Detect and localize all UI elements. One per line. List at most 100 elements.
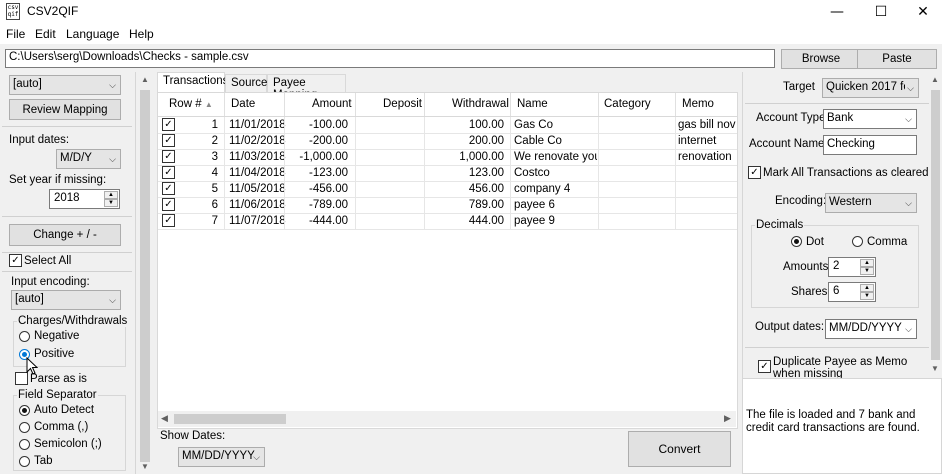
column-header-memo[interactable]: Memo (682, 98, 714, 110)
dot-radio[interactable] (791, 236, 802, 247)
cell-name[interactable]: Cable Co (514, 135, 597, 147)
browse-button[interactable]: Browse (781, 49, 861, 69)
scroll-left-icon[interactable]: ◀ (161, 413, 168, 424)
column-header-name[interactable]: Name (517, 98, 548, 110)
cell-row[interactable]: 1 (178, 119, 218, 131)
file-path-input[interactable]: C:\Users\serg\Downloads\Checks - sample.… (5, 49, 775, 68)
cell-name[interactable]: Costco (514, 167, 597, 179)
negative-radio[interactable] (19, 331, 30, 342)
comma-decimal-radio[interactable] (852, 236, 863, 247)
cell-name[interactable]: Gas Co (514, 119, 597, 131)
cell-row[interactable]: 4 (178, 167, 218, 179)
cell-amount[interactable]: -456.00 (285, 183, 348, 195)
input-encoding-combo[interactable]: [auto] ⌵ (11, 290, 121, 310)
right-panel-scrollbar[interactable]: ▲ ▼ (929, 72, 942, 378)
semicolon-sep-radio[interactable] (19, 439, 30, 450)
spin-up-icon[interactable]: ▲ (104, 191, 118, 199)
target-combo[interactable]: Quicken 2017 for ⌵ (822, 78, 919, 98)
scroll-right-icon[interactable]: ▶ (724, 413, 731, 424)
cell-withdrawal[interactable]: 200.00 (425, 135, 504, 147)
scroll-up-icon[interactable]: ▲ (139, 75, 151, 84)
cell-memo[interactable]: internet (678, 135, 738, 147)
cell-memo[interactable]: renovation (678, 151, 738, 163)
cell-withdrawal[interactable]: 1,000.00 (425, 151, 504, 163)
menu-help[interactable]: Help (129, 27, 154, 41)
cell-date[interactable]: 11/05/2018 (229, 183, 289, 195)
row-checkbox[interactable]: ✓ (162, 134, 175, 147)
cell-amount[interactable]: -200.00 (285, 135, 348, 147)
cell-name[interactable]: payee 9 (514, 215, 597, 227)
cell-date[interactable]: 11/04/2018 (229, 167, 289, 179)
amounts-stepper[interactable]: 2 ▲ ▼ (828, 257, 876, 277)
column-header-deposit[interactable]: Deposit (383, 98, 422, 110)
account-name-input[interactable]: Checking (823, 135, 917, 155)
column-header-row[interactable]: Row # ▲ (169, 98, 213, 110)
scrollbar-thumb[interactable] (931, 90, 940, 360)
spin-down-icon[interactable]: ▼ (860, 267, 874, 275)
cell-withdrawal[interactable]: 456.00 (425, 183, 504, 195)
cell-row[interactable]: 7 (178, 215, 218, 227)
row-checkbox[interactable]: ✓ (162, 214, 175, 227)
cell-date[interactable]: 11/07/2018 (229, 215, 289, 227)
show-dates-combo[interactable]: MM/DD/YYYY ⌵ (178, 447, 265, 467)
review-mapping-button[interactable]: Review Mapping (9, 99, 121, 120)
tab-payee-mapping[interactable]: Payee Mapping (267, 74, 346, 101)
scroll-down-icon[interactable]: ▼ (139, 462, 151, 471)
column-header-withdrawal[interactable]: Withdrawal (452, 98, 509, 110)
cell-date[interactable]: 11/06/2018 (229, 199, 289, 211)
tab-source[interactable]: Source (225, 74, 267, 92)
spin-down-icon[interactable]: ▼ (860, 292, 874, 300)
tab-sep-radio[interactable] (19, 456, 30, 467)
set-year-stepper[interactable]: 2018 ▲ ▼ (49, 189, 120, 209)
menu-file[interactable]: File (6, 27, 25, 41)
cell-amount[interactable]: -1,000.00 (285, 151, 348, 163)
maximize-button[interactable]: ☐ (859, 0, 903, 24)
row-checkbox[interactable]: ✓ (162, 182, 175, 195)
spin-up-icon[interactable]: ▲ (860, 284, 874, 292)
row-checkbox[interactable]: ✓ (162, 198, 175, 211)
cell-amount[interactable]: -100.00 (285, 119, 348, 131)
shares-stepper[interactable]: 6 ▲ ▼ (828, 282, 876, 302)
minimize-button[interactable]: — (815, 0, 859, 24)
cell-date[interactable]: 11/01/2018 (229, 119, 289, 131)
menu-language[interactable]: Language (66, 27, 119, 41)
cell-withdrawal[interactable]: 789.00 (425, 199, 504, 211)
mark-cleared-checkbox[interactable]: ✓ (748, 166, 761, 179)
auto-detect-radio[interactable] (19, 405, 30, 416)
left-panel-scrollbar[interactable]: ▲ ▼ (137, 72, 153, 474)
spin-down-icon[interactable]: ▼ (104, 199, 118, 207)
cell-amount[interactable]: -123.00 (285, 167, 348, 179)
cell-name[interactable]: payee 6 (514, 199, 597, 211)
paste-button[interactable]: Paste (857, 49, 937, 69)
change-sign-button[interactable]: Change + / - (9, 224, 121, 246)
column-header-amount[interactable]: Amount (312, 98, 352, 110)
cell-name[interactable]: We renovate you (514, 151, 597, 163)
convert-button[interactable]: Convert (628, 431, 731, 467)
grid-horizontal-scrollbar[interactable]: ◀ ▶ (158, 411, 736, 427)
menu-edit[interactable]: Edit (35, 27, 56, 41)
cell-withdrawal[interactable]: 444.00 (425, 215, 504, 227)
cell-amount[interactable]: -444.00 (285, 215, 348, 227)
scroll-up-icon[interactable]: ▲ (929, 75, 941, 84)
cell-memo[interactable]: gas bill nov 2 (678, 119, 738, 131)
cell-row[interactable]: 6 (178, 199, 218, 211)
column-header-category[interactable]: Category (604, 98, 651, 110)
cell-withdrawal[interactable]: 100.00 (425, 119, 504, 131)
comma-sep-radio[interactable] (19, 422, 30, 433)
cell-amount[interactable]: -789.00 (285, 199, 348, 211)
row-checkbox[interactable]: ✓ (162, 150, 175, 163)
column-header-date[interactable]: Date (231, 98, 255, 110)
close-button[interactable]: ✕ (901, 0, 942, 24)
mapping-combo[interactable]: [auto] ⌵ (9, 75, 121, 95)
input-dates-combo[interactable]: M/D/Y ⌵ (56, 149, 121, 169)
cell-date[interactable]: 11/03/2018 (229, 151, 289, 163)
account-type-combo[interactable]: Bank ⌵ (823, 109, 917, 129)
cell-name[interactable]: company 4 (514, 183, 597, 195)
cell-date[interactable]: 11/02/2018 (229, 135, 289, 147)
scroll-down-icon[interactable]: ▼ (929, 364, 941, 373)
scrollbar-thumb[interactable] (174, 414, 286, 424)
cell-withdrawal[interactable]: 123.00 (425, 167, 504, 179)
row-checkbox[interactable]: ✓ (162, 118, 175, 131)
cell-row[interactable]: 5 (178, 183, 218, 195)
cell-row[interactable]: 2 (178, 135, 218, 147)
